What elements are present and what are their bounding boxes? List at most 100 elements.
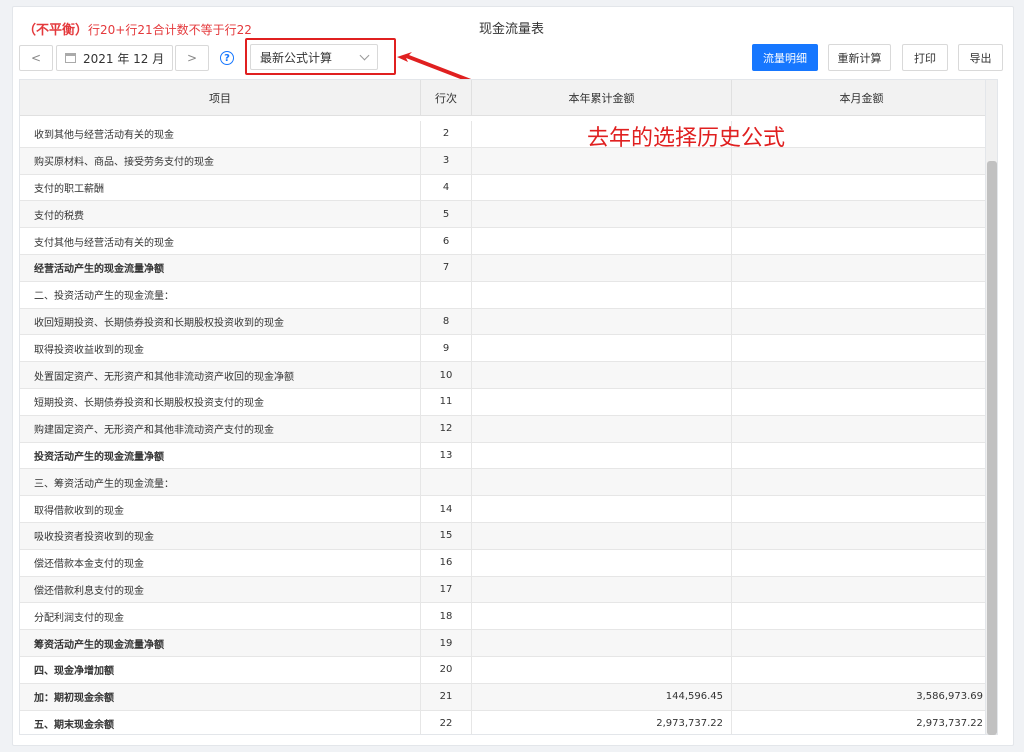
cell-line: 4 <box>421 174 472 201</box>
cell-ytd-amount[interactable] <box>472 656 732 683</box>
cell-ytd-amount[interactable] <box>472 576 732 603</box>
flow-detail-button[interactable]: 流量明细 <box>752 44 818 71</box>
cell-ytd-amount[interactable]: 144,596.45 <box>472 683 732 710</box>
cell-line <box>421 469 472 496</box>
table-row: 支付的职工薪酬 4 <box>20 174 990 202</box>
table-header: 项目 行次 本年累计金额 本月金额 <box>20 80 990 116</box>
table-row: 支付的税费 5 <box>20 201 990 229</box>
cell-line: 10 <box>421 362 472 388</box>
cell-ytd-amount[interactable] <box>472 630 732 656</box>
cell-item: 投资活动产生的现金流量净额 <box>20 442 421 469</box>
cell-line: 15 <box>421 522 472 549</box>
table-row: 偿还借款本金支付的现金 16 <box>20 549 990 577</box>
recalculate-button[interactable]: 重新计算 <box>828 44 891 71</box>
cell-ytd-amount[interactable] <box>472 388 732 415</box>
cell-line: 22 <box>421 710 472 734</box>
table-row: 处置固定资产、无形资产和其他非流动资产收回的现金净额 10 <box>20 362 990 389</box>
cell-ytd-amount[interactable] <box>472 281 732 308</box>
cell-month-amount[interactable] <box>732 657 990 683</box>
cell-month-amount[interactable] <box>732 389 990 415</box>
cell-month-amount[interactable] <box>732 603 990 629</box>
cell-line: 9 <box>421 335 472 362</box>
cell-ytd-amount[interactable] <box>472 201 732 228</box>
cell-month-amount[interactable] <box>732 309 990 335</box>
cell-item: 取得投资收益收到的现金 <box>20 335 421 362</box>
cell-month-amount[interactable] <box>732 496 990 522</box>
table-row: 二、投资活动产生的现金流量： <box>20 281 990 309</box>
cell-item: 取得借款收到的现金 <box>20 496 421 522</box>
cell-ytd-amount[interactable] <box>472 496 732 522</box>
cell-ytd-amount[interactable] <box>472 549 732 576</box>
cell-month-amount[interactable] <box>732 228 990 254</box>
table-row: 吸收投资者投资收到的现金 15 <box>20 522 990 550</box>
cell-item: 经营活动产生的现金流量净额 <box>20 254 421 281</box>
cell-month-amount[interactable] <box>732 201 990 227</box>
cell-item: 分配利润支付的现金 <box>20 603 421 630</box>
cell-item: 处置固定资产、无形资产和其他非流动资产收回的现金净额 <box>20 362 421 388</box>
table-row: 购买原材料、商品、接受劳务支付的现金 3 <box>20 147 990 175</box>
cell-ytd-amount[interactable] <box>472 254 732 281</box>
imbalance-warning: （不平衡）行20+行21合计数不等于行22 <box>23 19 252 38</box>
cell-month-amount[interactable]: 3,586,973.69 <box>732 684 990 710</box>
cell-ytd-amount[interactable] <box>472 335 732 362</box>
column-header-month: 本月金额 <box>732 80 990 115</box>
table-row: 筹资活动产生的现金流量净额 19 <box>20 630 990 657</box>
prev-period-button[interactable]: < <box>19 45 53 71</box>
report-card: （不平衡）行20+行21合计数不等于行22 现金流量表 < 2021 年 12 … <box>12 6 1014 746</box>
cell-line: 20 <box>421 656 472 683</box>
cell-month-amount[interactable] <box>732 175 990 201</box>
export-button[interactable]: 导出 <box>958 44 1003 71</box>
table-body: 收到其他与经营活动有关的现金 2 购买原材料、商品、接受劳务支付的现金 3 支付的职工薪… <box>20 121 990 734</box>
column-header-line: 行次 <box>421 80 472 115</box>
cell-month-amount[interactable] <box>732 469 990 495</box>
table-row: 投资活动产生的现金流量净额 13 <box>20 442 990 470</box>
print-button[interactable]: 打印 <box>902 44 948 71</box>
cell-ytd-amount[interactable] <box>472 469 732 496</box>
cell-ytd-amount[interactable] <box>472 308 732 335</box>
cell-ytd-amount[interactable] <box>472 415 732 442</box>
cell-month-amount[interactable] <box>732 416 990 442</box>
cell-line <box>421 281 472 308</box>
cell-item: 加：期初现金余额 <box>20 683 421 710</box>
table-row: 短期投资、长期债券投资和长期股权投资支付的现金 11 <box>20 388 990 416</box>
cell-ytd-amount[interactable] <box>472 362 732 388</box>
cell-month-amount[interactable] <box>732 523 990 549</box>
cell-month-amount[interactable] <box>732 362 990 388</box>
cell-month-amount[interactable] <box>732 577 990 603</box>
table-row: 分配利润支付的现金 18 <box>20 603 990 631</box>
table-row: 偿还借款利息支付的现金 17 <box>20 576 990 604</box>
cell-ytd-amount[interactable] <box>472 603 732 630</box>
cell-month-amount[interactable] <box>732 630 990 656</box>
next-period-button[interactable]: > <box>175 45 209 71</box>
cell-month-amount[interactable] <box>732 255 990 281</box>
table-row: 购建固定资产、无形资产和其他非流动资产支付的现金 12 <box>20 415 990 443</box>
cell-item: 筹资活动产生的现金流量净额 <box>20 630 421 656</box>
cell-ytd-amount[interactable] <box>472 442 732 469</box>
cell-line: 14 <box>421 496 472 522</box>
cell-ytd-amount[interactable] <box>472 174 732 201</box>
table-row: 收到其他与经营活动有关的现金 2 <box>20 121 990 148</box>
cell-month-amount[interactable] <box>732 335 990 361</box>
cell-month-amount[interactable]: 2,973,737.22 <box>732 711 990 734</box>
annotation-text: 去年的选择历史公式 <box>587 126 786 151</box>
cell-month-amount[interactable] <box>732 282 990 308</box>
table-row: 五、期末现金余额 22 2,973,737.22 2,973,737.22 <box>20 710 990 734</box>
table-row: 四、现金净增加额 20 <box>20 656 990 684</box>
cell-ytd-amount[interactable] <box>472 228 732 254</box>
cell-ytd-amount[interactable]: 2,973,737.22 <box>472 710 732 734</box>
scrollbar-thumb[interactable] <box>987 161 997 735</box>
table-row: 三、筹资活动产生的现金流量： <box>20 469 990 497</box>
cell-line: 21 <box>421 683 472 710</box>
cash-flow-table: 项目 行次 本年累计金额 本月金额 收到其他与经营活动有关的现金 2 购买原材料、商… <box>19 79 991 735</box>
cell-line: 11 <box>421 388 472 415</box>
cell-line: 7 <box>421 254 472 281</box>
table-row: 加：期初现金余额 21 144,596.45 3,586,973.69 <box>20 683 990 711</box>
cell-item: 支付其他与经营活动有关的现金 <box>20 228 421 254</box>
period-picker[interactable]: 2021 年 12 月 <box>56 45 173 71</box>
help-icon[interactable]: ? <box>220 51 234 65</box>
cell-line: 3 <box>421 147 472 174</box>
cell-month-amount[interactable] <box>732 550 990 576</box>
cell-ytd-amount[interactable] <box>472 522 732 549</box>
cell-month-amount[interactable] <box>732 443 990 469</box>
cell-line: 2 <box>421 121 472 147</box>
